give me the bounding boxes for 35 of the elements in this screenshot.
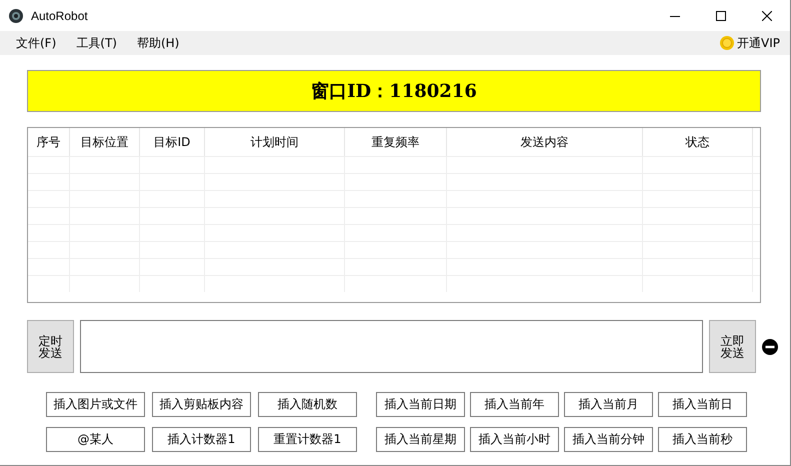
insert-button[interactable]: 插入当前年: [470, 392, 559, 417]
close-icon: [762, 10, 772, 20]
column-header[interactable]: 计划时间: [204, 128, 344, 156]
send-now-button[interactable]: 立即发送: [709, 320, 756, 373]
insert-button[interactable]: 插入当前秒: [658, 427, 747, 452]
insert-button[interactable]: 插入当前月: [564, 392, 653, 417]
insert-button[interactable]: 插入剪贴板内容: [152, 392, 251, 417]
insert-button[interactable]: 插入计数器1: [152, 427, 251, 452]
insert-button[interactable]: @某人: [46, 427, 145, 452]
column-header[interactable]: 序号: [28, 128, 69, 156]
window-id-banner: 窗口ID：1180216: [27, 70, 761, 112]
insert-button[interactable]: 插入当前日期: [376, 392, 465, 417]
message-input[interactable]: [80, 320, 703, 373]
column-header[interactable]: 目标位置: [69, 128, 139, 156]
app-icon: [9, 8, 23, 22]
minus-icon[interactable]: [762, 338, 778, 354]
insert-button[interactable]: 插入当前日: [658, 392, 747, 417]
coin-icon: [720, 36, 734, 50]
vip-link[interactable]: 开通VIP: [734, 34, 780, 52]
column-header[interactable]: 重复频率: [344, 128, 446, 156]
insert-button[interactable]: 插入当前星期: [376, 427, 465, 452]
column-header[interactable]: 发送内容: [446, 128, 642, 156]
column-header[interactable]: 状态: [642, 128, 752, 156]
window-title: AutoRobot: [31, 8, 88, 22]
menu-item[interactable]: 工具(T): [66, 34, 127, 52]
insert-button[interactable]: 插入当前小时: [470, 427, 559, 452]
menu-item[interactable]: 文件(F): [6, 34, 66, 52]
column-header[interactable]: 目标ID: [139, 128, 204, 156]
menu-item[interactable]: 帮助(H): [126, 34, 190, 52]
schedule-send-button[interactable]: 定时发送: [27, 320, 74, 373]
insert-button[interactable]: 重置计数器1: [258, 427, 357, 452]
insert-button[interactable]: 插入当前分钟: [564, 427, 653, 452]
insert-button[interactable]: 插入图片或文件: [46, 392, 145, 417]
insert-button[interactable]: 插入随机数: [258, 392, 357, 417]
maximize-icon: [716, 10, 726, 20]
